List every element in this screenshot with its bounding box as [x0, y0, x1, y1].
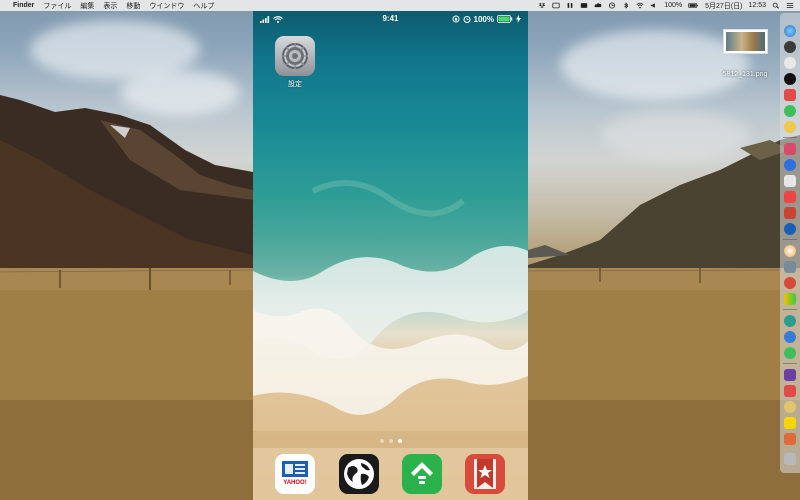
iphone-simulator-window[interactable]: 9:41 100% 設定 YAHOO!	[253, 11, 528, 500]
iphone-dock: YAHOO!	[253, 448, 528, 500]
page-dot[interactable]	[379, 439, 384, 443]
menubar-time[interactable]: 12:53	[748, 2, 766, 9]
menu-app-name[interactable]: Finder	[13, 2, 34, 9]
wunderlist-app-icon[interactable]	[465, 454, 505, 494]
menubar-date[interactable]: 5月27日(日)	[705, 1, 742, 11]
terminal-icon[interactable]	[784, 73, 796, 85]
yahoo-logo-text: YAHOO!	[283, 480, 307, 486]
app-icon-yellow-2[interactable]	[784, 417, 796, 429]
menu-file[interactable]: ファイル	[43, 1, 71, 11]
wunderlist-icon	[474, 459, 496, 489]
battery-icon[interactable]	[688, 2, 699, 9]
menu-bar: Finder ファイル 編集 表示 移動 ウインドウ ヘルプ 100% 5月27…	[0, 0, 800, 11]
desktop-file-thumbnail[interactable]	[723, 29, 768, 54]
app-icon-red-2[interactable]	[784, 385, 796, 397]
spotlight-icon[interactable]	[772, 2, 780, 9]
page-indicator[interactable]	[253, 439, 528, 443]
globe-icon	[344, 459, 374, 489]
app-icon-yellow[interactable]	[784, 293, 796, 305]
code-app-icon[interactable]	[784, 207, 796, 219]
dock-separator	[783, 309, 797, 310]
dropbox-icon[interactable]	[538, 2, 546, 9]
yahoo-japan-app-icon[interactable]: YAHOO!	[275, 454, 315, 494]
chrome-icon[interactable]	[784, 245, 796, 257]
page-dot[interactable]	[388, 439, 393, 443]
wifi-icon[interactable]	[636, 2, 644, 9]
messages-icon[interactable]	[784, 105, 796, 117]
cloud-icon[interactable]	[594, 2, 602, 9]
app-icon-pink[interactable]	[784, 143, 796, 155]
settings-gear-icon	[282, 43, 308, 69]
onenote-icon[interactable]	[784, 369, 796, 381]
clock-icon[interactable]	[608, 2, 616, 9]
pinterest-icon[interactable]	[784, 277, 796, 289]
volume-icon[interactable]	[650, 2, 658, 9]
globe-app-icon[interactable]	[784, 223, 796, 235]
dock-separator	[783, 363, 797, 364]
preview-icon[interactable]	[784, 261, 796, 273]
iphone-status-bar: 9:41 100%	[253, 11, 528, 27]
yahoo-japan-icon	[282, 461, 308, 477]
globe-app-icon[interactable]	[339, 454, 379, 494]
app-icon-orange[interactable]	[784, 433, 796, 445]
info-icon[interactable]	[784, 175, 796, 187]
menu-edit[interactable]: 編集	[80, 1, 94, 11]
xcode-icon[interactable]	[784, 159, 796, 171]
menu-help[interactable]: ヘルプ	[193, 1, 214, 11]
battery-percent: 100%	[664, 2, 683, 9]
finder-globe-app-icon[interactable]	[784, 25, 796, 37]
dock-separator	[783, 137, 797, 138]
notification-center-icon[interactable]	[786, 2, 794, 9]
menu-window[interactable]: ウインドウ	[149, 1, 184, 11]
safari-compass-icon[interactable]	[784, 331, 796, 343]
dock-separator	[783, 239, 797, 240]
menubar-status-area: 100% 5月27日(日) 12:53	[538, 1, 794, 11]
music-icon[interactable]	[784, 89, 796, 101]
macos-dock	[780, 13, 800, 473]
smiley-app-icon[interactable]	[784, 121, 796, 133]
menu-view[interactable]: 表示	[103, 1, 117, 11]
feedly-app-icon[interactable]	[402, 454, 442, 494]
app-icon-teal[interactable]	[784, 315, 796, 327]
line-icon[interactable]	[784, 347, 796, 359]
page-dot-active[interactable]	[397, 439, 402, 443]
bluetooth-icon[interactable]	[622, 2, 630, 9]
pause-icon[interactable]	[566, 2, 574, 9]
desktop-file-label[interactable]: 5812_131.png	[712, 71, 778, 78]
keyboard-icon[interactable]	[580, 2, 588, 9]
menu-go[interactable]: 移動	[126, 1, 140, 11]
trash-icon[interactable]	[784, 453, 796, 465]
app-icon-red[interactable]	[784, 191, 796, 203]
app-icon-gold[interactable]	[784, 401, 796, 413]
settings-app-icon[interactable]	[275, 36, 315, 76]
feedly-icon	[411, 462, 433, 484]
iphone-clock: 9:41	[382, 14, 399, 23]
settings-app-label: 設定	[288, 81, 302, 88]
transmit-icon[interactable]	[552, 2, 560, 9]
launchpad-icon[interactable]	[784, 41, 796, 53]
safari-icon[interactable]	[784, 57, 796, 69]
